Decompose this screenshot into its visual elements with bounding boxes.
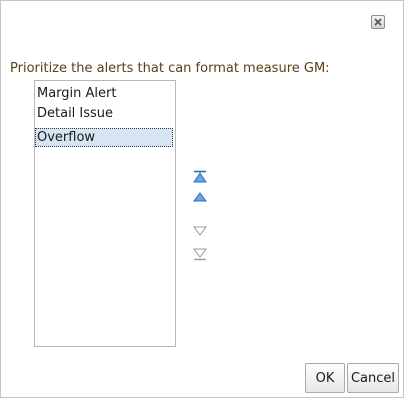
move-up-button[interactable] xyxy=(192,190,208,204)
move-to-top-button[interactable] xyxy=(192,170,208,184)
list-item-margin-alert[interactable]: Margin Alert xyxy=(35,84,173,103)
move-to-bottom-icon xyxy=(193,248,207,261)
dialog-prompt: Prioritize the alerts that can format me… xyxy=(10,61,330,76)
move-up-icon xyxy=(193,192,207,202)
cancel-button[interactable]: Cancel xyxy=(347,363,399,393)
alert-listbox[interactable]: Margin Alert Detail Issue Overflow xyxy=(34,80,176,347)
list-item-overflow[interactable]: Overflow xyxy=(35,128,173,147)
move-to-bottom-button[interactable] xyxy=(192,247,208,261)
close-icon xyxy=(374,18,382,26)
alert-priority-dialog: Prioritize the alerts that can format me… xyxy=(0,0,404,398)
move-to-top-icon xyxy=(193,170,207,183)
ok-button[interactable]: OK xyxy=(305,363,345,393)
close-button[interactable] xyxy=(371,15,385,29)
move-down-icon xyxy=(193,226,207,236)
list-item-detail-issue[interactable]: Detail Issue xyxy=(35,104,173,123)
move-down-button[interactable] xyxy=(192,224,208,238)
